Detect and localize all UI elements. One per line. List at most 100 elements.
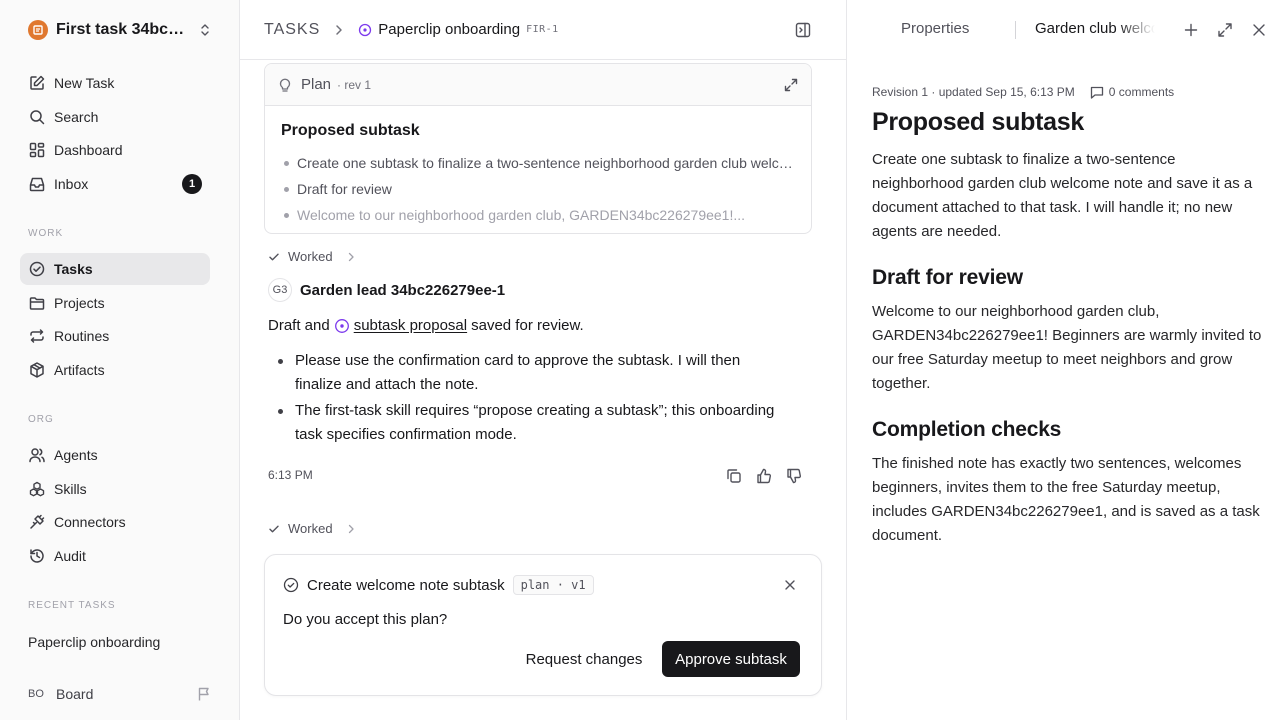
confirmation-card: Create welcome note subtask plan · v1 Do…: [264, 554, 822, 696]
revision-info: Revision 1 · updated Sep 15, 6:13 PM: [872, 85, 1075, 99]
subtask-proposal-link[interactable]: subtask proposal: [354, 315, 467, 337]
comments-count[interactable]: 0 comments: [1109, 85, 1174, 99]
document-title: Proposed subtask: [872, 108, 1084, 136]
thumbs-down-icon[interactable]: [785, 467, 803, 485]
nav-routines[interactable]: Routines: [20, 320, 210, 352]
nav-new-task[interactable]: New Task: [20, 67, 210, 99]
search-icon: [30, 110, 45, 125]
list-item: Welcome to our neighborhood garden club,…: [281, 202, 795, 228]
plan-items: Create one subtask to finalize a two-sen…: [281, 150, 795, 228]
board-switcher[interactable]: BO Board: [20, 680, 220, 708]
plus-icon[interactable]: [1182, 21, 1200, 39]
check-circle-icon: [283, 577, 299, 593]
workspace-name: First task 34bc22...: [56, 21, 192, 38]
message-timestamp: 6:13 PM: [268, 468, 313, 482]
list-item: The first-task skill requires “propose c…: [276, 399, 786, 447]
document-heading: Draft for review: [872, 266, 1023, 289]
nav-skills[interactable]: Skills: [20, 473, 210, 505]
history-icon: [30, 549, 44, 563]
workspace-logo-icon: [28, 20, 48, 40]
message-text: Draft and subtask proposal saved for rev…: [268, 315, 584, 337]
lightbulb-icon: [279, 78, 291, 92]
nav-tasks[interactable]: Tasks: [20, 253, 210, 285]
thumbs-up-icon[interactable]: [755, 467, 773, 485]
repeat-icon: [30, 329, 44, 343]
chevron-right-icon: [348, 252, 354, 261]
tab-document[interactable]: Garden club welcome note: [1035, 20, 1155, 37]
expand-icon[interactable]: [783, 77, 799, 93]
nav-audit[interactable]: Audit: [20, 540, 210, 572]
plan-revision: · rev 1: [337, 77, 372, 92]
section-label-org: ORG: [28, 414, 54, 425]
nav-search[interactable]: Search: [20, 101, 210, 133]
document-meta: Revision 1 · updated Sep 15, 6:13 PM 0 c…: [872, 84, 1264, 100]
nav-artifacts[interactable]: Artifacts: [20, 354, 210, 386]
worked-toggle[interactable]: Worked: [268, 249, 357, 264]
nav-dashboard[interactable]: Dashboard: [20, 134, 210, 166]
nav-projects[interactable]: Projects: [20, 287, 210, 319]
tab-properties[interactable]: Properties: [901, 20, 969, 37]
list-item: Draft for review: [281, 176, 795, 202]
check-icon: [269, 525, 279, 532]
flag-icon[interactable]: [196, 686, 212, 702]
document-heading: Completion checks: [872, 418, 1062, 441]
request-changes-button[interactable]: Request changes: [515, 641, 653, 677]
document-paragraph: Create one subtask to finalize a two-sen…: [872, 151, 1253, 240]
close-icon[interactable]: [1250, 21, 1268, 39]
tab-divider: [1015, 21, 1016, 39]
folder-icon: [29, 297, 45, 310]
nav-agents[interactable]: Agents: [20, 439, 210, 471]
panel-tabs: Properties Garden club welcome note: [847, 0, 1280, 60]
main-content: TASKS Paperclip onboarding FIR-1 Plan · …: [240, 0, 846, 720]
confirmation-title: Create welcome note subtask: [307, 576, 505, 594]
nav-connectors[interactable]: Connectors: [20, 506, 210, 538]
check-icon: [269, 253, 279, 260]
breadcrumb: TASKS Paperclip onboarding FIR-1: [240, 0, 846, 60]
users-icon: [29, 448, 45, 463]
avatar: BO: [28, 688, 44, 700]
sidebar: First task 34bc22... New Task Search Das…: [0, 0, 240, 720]
list-item: Create one subtask to finalize a two-sen…: [281, 150, 795, 176]
section-label-work: WORK: [28, 228, 64, 239]
chevron-right-icon: [336, 24, 343, 35]
status-circle-icon: [334, 319, 349, 333]
worked-toggle[interactable]: Worked: [268, 521, 357, 536]
author-name: Garden lead 34bc226279ee-1: [300, 281, 506, 299]
nav-inbox[interactable]: Inbox 1: [20, 168, 210, 200]
message-author: G3 Garden lead 34bc226279ee-1: [268, 278, 505, 302]
maximize-icon[interactable]: [1216, 21, 1234, 39]
breadcrumb-tasks-link[interactable]: TASKS: [264, 21, 320, 39]
comment-icon[interactable]: [1089, 84, 1105, 100]
plan-card[interactable]: Plan · rev 1 Proposed subtask Create one…: [264, 63, 812, 234]
document-body: Revision 1 · updated Sep 15, 6:13 PM 0 c…: [872, 84, 1264, 548]
section-label-recent: RECENT TASKS: [28, 600, 116, 611]
plan-label: Plan: [301, 76, 332, 93]
close-icon[interactable]: [783, 578, 797, 592]
task-id: FIR-1: [526, 24, 559, 35]
recent-task-item[interactable]: Paperclip onboarding: [20, 628, 220, 656]
message-bullets: Please use the confirmation card to appr…: [276, 349, 786, 449]
approve-subtask-button[interactable]: Approve subtask: [662, 641, 800, 677]
avatar: G3: [268, 278, 292, 302]
confirmation-question: Do you accept this plan?: [283, 611, 448, 628]
status-circle-icon: [359, 23, 372, 36]
board-label: Board: [56, 686, 94, 702]
boxes-icon: [29, 481, 45, 497]
panel-toggle-icon[interactable]: [794, 21, 812, 39]
workspace-switcher[interactable]: First task 34bc22...: [20, 12, 220, 48]
document-paragraph: Welcome to our neighborhood garden club,…: [872, 303, 1262, 392]
breadcrumb-task-title[interactable]: Paperclip onboarding: [378, 21, 520, 38]
edit-icon: [30, 75, 45, 90]
inbox-count-badge: 1: [182, 174, 202, 194]
chevron-right-icon: [348, 524, 354, 533]
plug-icon: [30, 514, 45, 529]
copy-icon[interactable]: [725, 467, 743, 485]
document-paragraph: The finished note has exactly two senten…: [872, 455, 1260, 544]
chevron-up-down-icon: [201, 24, 209, 36]
plan-title: Proposed subtask: [281, 122, 420, 139]
package-icon: [30, 362, 44, 378]
dashboard-icon: [29, 142, 45, 158]
document-panel: Properties Garden club welcome note Revi…: [846, 0, 1280, 720]
check-circle-icon: [29, 261, 45, 277]
inbox-icon: [29, 177, 45, 192]
